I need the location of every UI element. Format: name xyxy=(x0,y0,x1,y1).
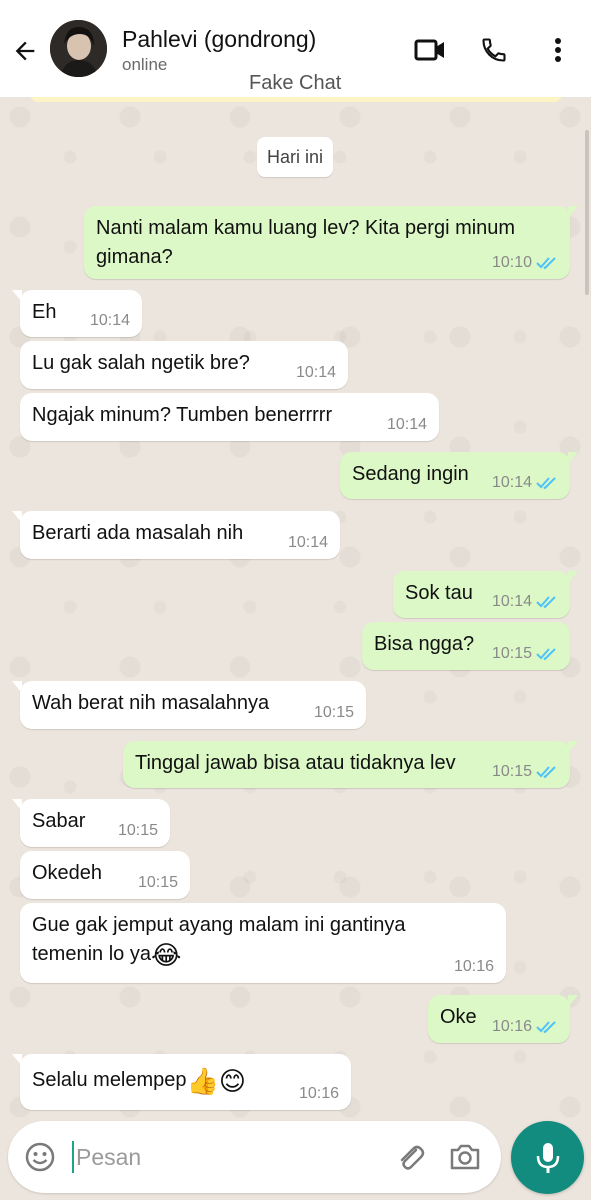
message-time: 10:15 xyxy=(117,822,158,839)
message-meta: 10:14 xyxy=(492,593,558,611)
avatar[interactable] xyxy=(50,20,107,77)
message-bubble-incoming[interactable]: Sabar 10:15 xyxy=(12,799,170,847)
message-time: 10:14 xyxy=(89,312,130,329)
message-time: 10:16 xyxy=(491,1018,532,1035)
message-text: Eh xyxy=(32,301,57,323)
message-bubble-incoming[interactable]: Okedeh 10:15 xyxy=(20,851,190,899)
message-composer xyxy=(8,1121,501,1193)
message-meta: 10:14 xyxy=(90,312,130,330)
message-time: 10:14 xyxy=(287,534,328,551)
message-meta: 10:15 xyxy=(118,822,158,840)
contact-name[interactable]: Pahlevi (gondrong) xyxy=(122,26,316,53)
back-arrow-icon[interactable] xyxy=(8,34,42,68)
message-meta: 10:14 xyxy=(296,364,336,382)
message-text: Ngajak minum? Tumben benerrrrr xyxy=(32,404,333,426)
read-ticks-icon xyxy=(536,596,556,609)
message-meta: 10:10 xyxy=(492,254,558,272)
message-meta: 10:16 xyxy=(492,1018,558,1036)
message-meta: 10:16 xyxy=(299,1085,339,1103)
read-ticks-icon xyxy=(536,648,556,661)
emoji: 👍😊 xyxy=(186,1066,247,1096)
message-bubble-outgoing[interactable]: Tinggal jawab bisa atau tidaknya lev 10:… xyxy=(123,741,578,788)
message-time: 10:14 xyxy=(491,474,532,491)
read-ticks-icon xyxy=(536,257,556,270)
message-time: 10:14 xyxy=(386,416,427,433)
more-vert-icon[interactable] xyxy=(538,30,578,70)
chat-header: Pahlevi (gondrong) online Fake Chat xyxy=(0,0,591,97)
message-meta: 10:16 xyxy=(454,958,494,976)
emoji: 😂 xyxy=(150,940,182,970)
video-call-icon[interactable] xyxy=(410,30,450,70)
read-ticks-icon xyxy=(536,477,556,490)
message-text: Lu gak salah ngetik bre? xyxy=(32,352,250,374)
message-time: 10:15 xyxy=(491,763,532,780)
message-bubble-incoming[interactable]: Gue gak jemput ayang malam ini gantinya t… xyxy=(20,903,506,983)
message-text: Oke xyxy=(440,1006,477,1028)
message-meta: 10:14 xyxy=(387,416,427,434)
read-ticks-icon xyxy=(536,766,556,779)
message-text: Okedeh xyxy=(32,862,103,884)
message-bubble-outgoing[interactable]: Sok tau 10:14 xyxy=(393,571,578,618)
scrollbar[interactable] xyxy=(585,130,589,295)
message-time: 10:16 xyxy=(453,958,494,975)
message-text: Sedang ingin xyxy=(352,463,469,485)
message-meta: 10:15 xyxy=(492,763,558,781)
message-time: 10:15 xyxy=(137,874,178,891)
message-bubble-incoming[interactable]: Selalu melempep👍😊 10:16 xyxy=(12,1054,351,1110)
message-meta: 10:14 xyxy=(288,534,328,552)
message-meta: 10:15 xyxy=(314,704,354,722)
attach-icon[interactable] xyxy=(394,1141,426,1173)
bubble-tail xyxy=(568,452,578,464)
message-time: 10:15 xyxy=(491,645,532,662)
read-ticks-icon xyxy=(536,1021,556,1034)
message-bubble-incoming[interactable]: Wah berat nih masalahnya 10:15 xyxy=(12,681,366,729)
bubble-tail xyxy=(568,571,578,583)
message-bubble-incoming[interactable]: Berarti ada masalah nih 10:14 xyxy=(12,511,340,559)
message-time: 10:14 xyxy=(295,364,336,381)
message-text: Gue gak jemput ayang malam ini gantinya t… xyxy=(32,914,406,970)
phone-icon[interactable] xyxy=(474,30,514,70)
message-time: 10:10 xyxy=(491,254,532,271)
message-text: Selalu melempep👍😊 xyxy=(32,1066,247,1096)
bubble-tail xyxy=(12,681,22,693)
text-cursor xyxy=(72,1141,74,1173)
message-bubble-outgoing[interactable]: Nanti malam kamu luang lev? Kita pergi m… xyxy=(84,206,578,279)
message-text: Sabar xyxy=(32,810,86,832)
message-bubble-incoming[interactable]: Lu gak salah ngetik bre? 10:14 xyxy=(20,341,348,389)
camera-icon[interactable] xyxy=(448,1141,482,1173)
bubble-tail xyxy=(12,799,22,811)
message-time: 10:14 xyxy=(491,593,532,610)
message-meta: 10:15 xyxy=(138,874,178,892)
emoji-icon[interactable] xyxy=(24,1141,56,1173)
message-time: 10:15 xyxy=(313,704,354,721)
message-text: Wah berat nih masalahnya xyxy=(32,692,270,714)
message-meta: 10:14 xyxy=(492,474,558,492)
bubble-tail xyxy=(12,1054,22,1066)
watermark-text: Fake Chat xyxy=(249,72,342,94)
message-text: Nanti malam kamu luang lev? Kita pergi m… xyxy=(96,217,516,268)
bubble-tail xyxy=(12,290,22,302)
message-input[interactable] xyxy=(76,1135,376,1179)
message-text: Sok tau xyxy=(405,582,473,604)
bubble-tail xyxy=(12,511,22,523)
contact-status: online xyxy=(122,55,168,74)
date-chip: Hari ini xyxy=(257,137,333,177)
message-bubble-outgoing[interactable]: Sedang ingin 10:14 xyxy=(340,452,578,499)
bubble-tail xyxy=(568,995,578,1007)
message-bubble-outgoing[interactable]: Bisa ngga? 10:15 xyxy=(362,622,570,670)
message-text: Berarti ada masalah nih xyxy=(32,522,244,544)
message-text: Bisa ngga? xyxy=(374,633,475,655)
message-time: 10:16 xyxy=(298,1085,339,1102)
mic-button[interactable] xyxy=(511,1121,584,1194)
bubble-tail xyxy=(568,206,578,218)
bubble-tail xyxy=(568,741,578,753)
message-bubble-outgoing[interactable]: Oke 10:16 xyxy=(428,995,578,1043)
mic-icon xyxy=(536,1142,559,1173)
message-text: Tinggal jawab bisa atau tidaknya lev xyxy=(135,752,456,774)
message-meta: 10:15 xyxy=(492,645,558,663)
message-bubble-incoming[interactable]: Eh 10:14 xyxy=(12,290,142,337)
message-bubble-incoming[interactable]: Ngajak minum? Tumben benerrrrr 10:14 xyxy=(20,393,439,441)
